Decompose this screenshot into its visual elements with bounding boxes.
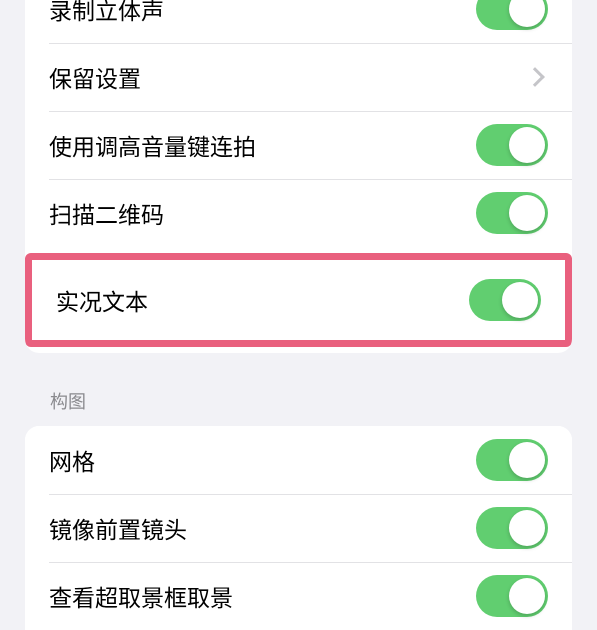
row-preserve-settings[interactable]: 保留设置	[25, 43, 572, 111]
row-live-text[interactable]: 实况文本	[32, 260, 565, 340]
row-record-stereo[interactable]: 录制立体声	[25, 0, 572, 43]
toggle-knob	[509, 510, 545, 546]
row-label: 实况文本	[56, 283, 148, 317]
row-label: 镜像前置镜头	[49, 511, 187, 545]
toggle-scan-qr[interactable]	[476, 192, 548, 234]
chevron-right-icon	[525, 67, 545, 87]
row-scan-qr[interactable]: 扫描二维码	[25, 179, 572, 247]
toggle-volume-burst[interactable]	[476, 124, 548, 166]
row-volume-burst[interactable]: 使用调高音量键连拍	[25, 111, 572, 179]
toggle-view-outside-frame[interactable]	[476, 575, 548, 617]
settings-group-top: 录制立体声 保留设置 使用调高音量键连拍 扫描二维码 实况文本	[25, 0, 572, 353]
row-label: 查看超取景框取景	[49, 579, 233, 613]
section-header-composition: 构图	[0, 353, 597, 426]
highlight-frame: 实况文本	[25, 253, 572, 347]
toggle-grid[interactable]	[476, 439, 548, 481]
row-view-outside-frame[interactable]: 查看超取景框取景	[25, 562, 572, 630]
toggle-knob	[509, 442, 545, 478]
row-label: 保留设置	[49, 60, 141, 94]
toggle-record-stereo[interactable]	[476, 0, 548, 30]
toggle-mirror-front[interactable]	[476, 507, 548, 549]
toggle-knob	[509, 127, 545, 163]
row-label: 使用调高音量键连拍	[49, 128, 256, 162]
row-mirror-front[interactable]: 镜像前置镜头	[25, 494, 572, 562]
toggle-knob	[502, 282, 538, 318]
toggle-knob	[509, 578, 545, 614]
toggle-knob	[509, 0, 545, 27]
row-grid[interactable]: 网格	[25, 426, 572, 494]
row-label: 网格	[49, 443, 95, 477]
row-label: 扫描二维码	[49, 196, 164, 230]
toggle-live-text[interactable]	[469, 279, 541, 321]
row-label: 录制立体声	[49, 0, 164, 26]
settings-group-composition: 网格 镜像前置镜头 查看超取景框取景	[25, 426, 572, 630]
toggle-knob	[509, 195, 545, 231]
